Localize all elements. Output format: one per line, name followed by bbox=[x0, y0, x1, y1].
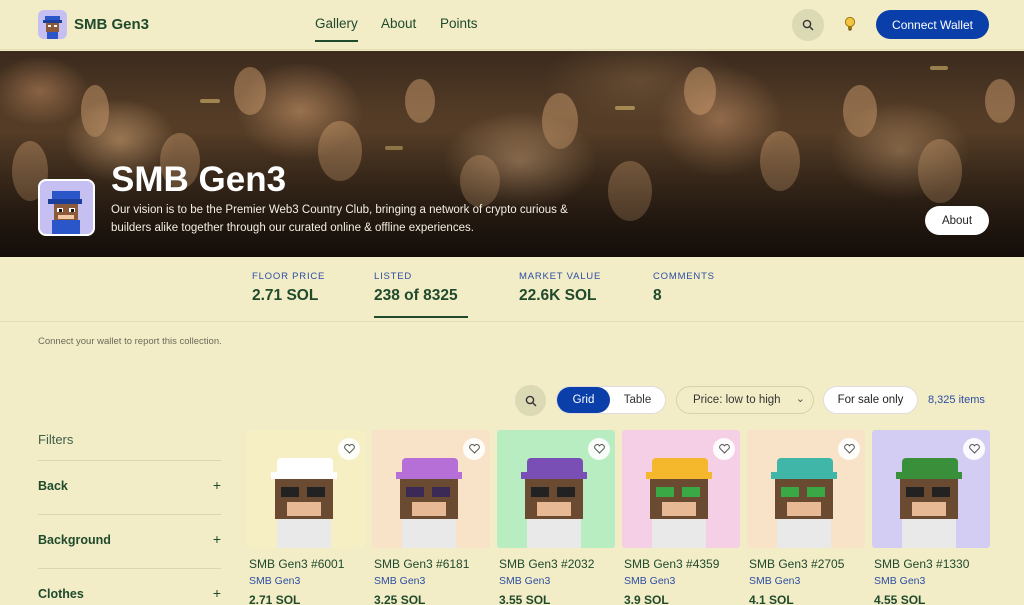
view-toggle: Grid Table bbox=[556, 386, 666, 414]
nft-name[interactable]: SMB Gen3 #6181 bbox=[374, 557, 469, 571]
favorite-button[interactable] bbox=[588, 438, 610, 460]
plus-icon: + bbox=[212, 585, 221, 601]
favorite-button[interactable] bbox=[713, 438, 735, 460]
nft-image[interactable] bbox=[872, 430, 990, 548]
nft-card[interactable]: SMB Gen3 #1330 SMB Gen3 4.55 SOL bbox=[872, 430, 990, 605]
nav-points[interactable]: Points bbox=[440, 16, 478, 31]
nft-collection[interactable]: SMB Gen3 bbox=[374, 575, 425, 587]
heart-icon bbox=[343, 444, 355, 454]
nft-name[interactable]: SMB Gen3 #1330 bbox=[874, 557, 969, 571]
nft-image[interactable] bbox=[747, 430, 865, 548]
collection-stats: FLOOR PRICE 2.71 SOL LISTED 238 of 8325 … bbox=[0, 257, 1024, 322]
filter-label: Clothes bbox=[38, 587, 84, 601]
report-notice: Connect your wallet to report this colle… bbox=[38, 336, 222, 347]
nft-image[interactable] bbox=[497, 430, 615, 548]
heart-icon bbox=[718, 444, 730, 454]
theme-toggle-button[interactable] bbox=[843, 15, 859, 35]
nft-collection[interactable]: SMB Gen3 bbox=[249, 575, 300, 587]
nft-name[interactable]: SMB Gen3 #6001 bbox=[249, 557, 344, 571]
brand-logo[interactable] bbox=[38, 10, 67, 39]
stat-label: LISTED bbox=[374, 271, 413, 282]
nft-name[interactable]: SMB Gen3 #2705 bbox=[749, 557, 844, 571]
search-icon bbox=[525, 395, 536, 406]
collection-avatar bbox=[38, 179, 95, 236]
nft-card[interactable]: SMB Gen3 #2705 SMB Gen3 4.1 SOL bbox=[747, 430, 865, 605]
nft-image[interactable] bbox=[372, 430, 490, 548]
filters-heading: Filters bbox=[38, 432, 74, 447]
top-navigation-bar: SMB Gen3 Gallery About Points Connect Wa… bbox=[0, 0, 1024, 50]
favorite-button[interactable] bbox=[463, 438, 485, 460]
table-view-button[interactable]: Table bbox=[610, 387, 665, 413]
stat-floor-price[interactable]: FLOOR PRICE 2.71 SOL bbox=[252, 271, 325, 305]
lightbulb-icon bbox=[844, 16, 856, 31]
search-items-button[interactable] bbox=[515, 385, 546, 416]
nft-image[interactable] bbox=[622, 430, 740, 548]
nft-price: 4.1 SOL bbox=[749, 593, 794, 605]
grid-view-button[interactable]: Grid bbox=[557, 387, 610, 413]
brand-name[interactable]: SMB Gen3 bbox=[74, 16, 149, 33]
nft-price: 3.25 SOL bbox=[374, 593, 426, 605]
sort-select[interactable]: Price: low to high ⌄ bbox=[676, 386, 814, 414]
heart-icon bbox=[468, 444, 480, 454]
stat-value: 22.6K SOL bbox=[519, 287, 597, 304]
filter-clothes[interactable]: Clothes + bbox=[38, 568, 221, 605]
nft-name[interactable]: SMB Gen3 #4359 bbox=[624, 557, 719, 571]
item-count: 8,325 items bbox=[928, 394, 985, 406]
plus-icon: + bbox=[212, 477, 221, 493]
stat-value: 8 bbox=[653, 287, 662, 304]
about-collection-button[interactable]: About bbox=[925, 206, 989, 235]
nft-name[interactable]: SMB Gen3 #2032 bbox=[499, 557, 594, 571]
nft-card[interactable]: SMB Gen3 #2032 SMB Gen3 3.55 SOL bbox=[497, 430, 615, 605]
heart-icon bbox=[968, 444, 980, 454]
search-icon bbox=[802, 19, 814, 31]
favorite-button[interactable] bbox=[838, 438, 860, 460]
filter-label: Back bbox=[38, 479, 68, 493]
collection-banner: SMB Gen3 Our vision is to be the Premier… bbox=[0, 51, 1024, 257]
plus-icon: + bbox=[212, 531, 221, 547]
nav-gallery[interactable]: Gallery bbox=[315, 16, 358, 42]
nft-price: 4.55 SOL bbox=[874, 593, 926, 605]
collection-description: Our vision is to be the Premier Web3 Cou… bbox=[111, 204, 568, 234]
nft-price: 3.9 SOL bbox=[624, 593, 669, 605]
stat-value: 2.71 SOL bbox=[252, 287, 319, 304]
heart-icon bbox=[843, 444, 855, 454]
nft-price: 2.71 SOL bbox=[249, 593, 301, 605]
nav-about[interactable]: About bbox=[381, 16, 416, 31]
sort-selected-value: Price: low to high bbox=[693, 394, 781, 406]
stat-market-value[interactable]: MARKET VALUE 22.6K SOL bbox=[519, 271, 601, 305]
filter-label: Background bbox=[38, 533, 111, 547]
nft-collection[interactable]: SMB Gen3 bbox=[749, 575, 800, 587]
filter-back[interactable]: Back + bbox=[38, 460, 221, 514]
stat-value: 238 of 8325 bbox=[374, 287, 458, 304]
filter-background[interactable]: Background + bbox=[38, 514, 221, 568]
stat-label: MARKET VALUE bbox=[519, 271, 602, 282]
stat-comments[interactable]: COMMENTS 8 bbox=[653, 271, 715, 305]
nft-collection[interactable]: SMB Gen3 bbox=[874, 575, 925, 587]
nft-image[interactable] bbox=[247, 430, 365, 548]
nft-collection[interactable]: SMB Gen3 bbox=[499, 575, 550, 587]
nft-card[interactable]: SMB Gen3 #6001 SMB Gen3 2.71 SOL bbox=[247, 430, 365, 605]
favorite-button[interactable] bbox=[338, 438, 360, 460]
nft-card[interactable]: SMB Gen3 #4359 SMB Gen3 3.9 SOL bbox=[622, 430, 740, 605]
nft-price: 3.55 SOL bbox=[499, 593, 551, 605]
stat-label: FLOOR PRICE bbox=[252, 271, 326, 282]
for-sale-only-button[interactable]: For sale only bbox=[823, 386, 918, 414]
stat-listed[interactable]: LISTED 238 of 8325 bbox=[374, 271, 468, 318]
stat-label: COMMENTS bbox=[653, 271, 715, 282]
nft-card[interactable]: SMB Gen3 #6181 SMB Gen3 3.25 SOL bbox=[372, 430, 490, 605]
collection-title: SMB Gen3 bbox=[111, 160, 287, 199]
favorite-button[interactable] bbox=[963, 438, 985, 460]
heart-icon bbox=[593, 444, 605, 454]
nft-collection[interactable]: SMB Gen3 bbox=[624, 575, 675, 587]
search-button[interactable] bbox=[792, 9, 824, 41]
chevron-down-icon: ⌄ bbox=[795, 393, 805, 405]
connect-wallet-button[interactable]: Connect Wallet bbox=[876, 10, 989, 39]
